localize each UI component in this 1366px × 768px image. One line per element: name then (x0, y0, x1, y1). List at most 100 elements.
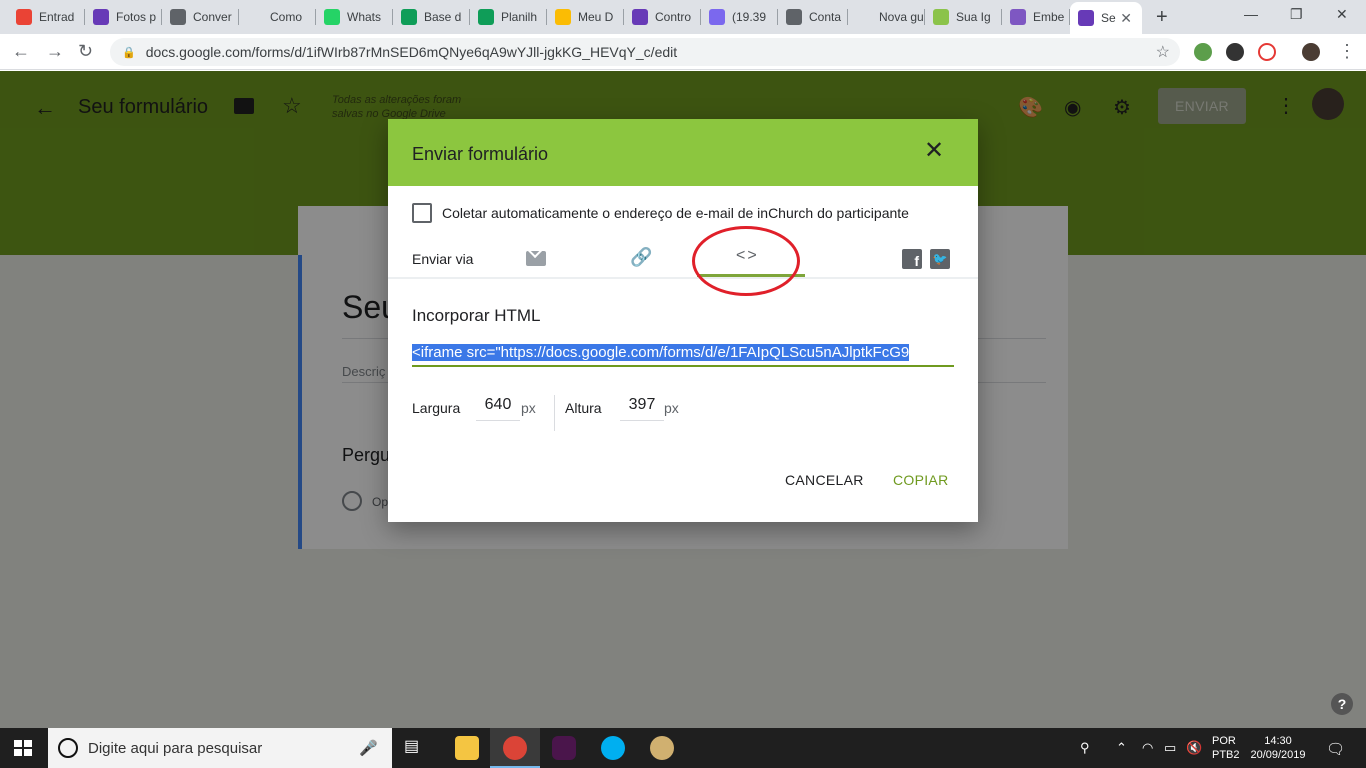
divider (554, 395, 555, 431)
whatsapp-icon (324, 9, 340, 25)
windows-start-icon[interactable] (14, 740, 32, 756)
extension-icon[interactable] (1258, 43, 1276, 61)
reload-icon[interactable]: ↻ (78, 41, 93, 62)
dialog-header: Enviar formulário ✕ (388, 119, 978, 186)
keyboard-layout: PTB2 (1212, 749, 1240, 761)
tab-label: (19.39 (732, 10, 767, 24)
forms-icon (1078, 10, 1094, 26)
tab-label: Conver (193, 10, 232, 24)
browser-tab[interactable]: Fotos p (85, 4, 162, 30)
tray-chevron-icon[interactable]: ⌃ (1116, 740, 1127, 756)
lock-icon: 🔒 (122, 46, 136, 59)
tab-label: Como (270, 10, 303, 24)
restore-button[interactable]: ❐ (1290, 6, 1303, 23)
email-icon[interactable] (526, 251, 546, 266)
cancel-button[interactable]: CANCELAR (785, 472, 864, 488)
notifications-icon[interactable]: 🗨 (1326, 740, 1345, 758)
forward-icon[interactable]: → (46, 41, 64, 62)
language-indicator[interactable]: POR PTB2 (1212, 734, 1240, 762)
grid-icon (933, 9, 949, 25)
close-icon[interactable]: ✕ (924, 139, 944, 163)
sheets-icon (478, 9, 494, 25)
browser-tab[interactable]: Conta (778, 4, 848, 30)
browser-tab[interactable]: Como (239, 4, 316, 30)
twitter-icon[interactable]: 🐦 (930, 249, 950, 269)
profile-avatar[interactable] (1302, 43, 1320, 61)
extension-icon[interactable] (1226, 43, 1244, 61)
help-icon[interactable]: ? (1331, 693, 1353, 715)
tab-label: Se (1101, 11, 1116, 25)
browser-tab[interactable]: Nova guia (848, 4, 925, 30)
browser-tab[interactable]: Base d (393, 4, 470, 30)
embed-html-title: Incorporar HTML (412, 306, 541, 325)
mail-icon (709, 9, 725, 25)
width-label: Largura (412, 400, 461, 416)
clock[interactable]: 14:30 20/09/2019 (1248, 734, 1308, 762)
minimize-button[interactable]: — (1244, 6, 1258, 22)
browser-tab[interactable]: Embe (1002, 4, 1070, 30)
browser-tab[interactable]: Conver (162, 4, 239, 30)
browser-tab[interactable]: Entrad (8, 4, 85, 30)
task-view-icon[interactable]: ▤ (404, 736, 428, 760)
browser-tab[interactable]: Contro (624, 4, 701, 30)
tab-label: Base d (424, 10, 462, 24)
search-placeholder: Digite aqui para pesquisar (88, 739, 263, 757)
height-input[interactable]: 397 (620, 391, 664, 421)
browser-tab[interactable]: Se ✕ (1070, 2, 1142, 34)
tab-label: Whats (347, 10, 382, 24)
paint-icon[interactable] (650, 736, 674, 760)
forms-icon (93, 9, 109, 25)
blank-icon (856, 9, 872, 25)
wifi-icon[interactable]: ◠ (1142, 740, 1153, 756)
volume-muted-icon[interactable]: 🔇 (1186, 740, 1202, 756)
extension-icon[interactable] (1194, 43, 1212, 61)
browser-tab-strip: Entrad Fotos p Conver Como Whats Base d Planil… (0, 0, 1366, 34)
cortana-icon (58, 738, 78, 758)
windows-taskbar: Digite aqui para pesquisar 🎤 ▤ ⚲ ⌃ ◠ ▭ 🔇… (0, 728, 1366, 768)
height-unit: px (664, 400, 679, 416)
date-text: 20/09/2019 (1250, 749, 1306, 761)
tab-label: Conta (809, 10, 842, 24)
close-window-button[interactable]: ✕ (1336, 6, 1348, 23)
tab-label: Fotos p (116, 10, 157, 24)
address-bar[interactable]: 🔒 docs.google.com/forms/d/1ifWIrb87rMnSE… (110, 38, 1180, 66)
time-text: 14:30 (1264, 735, 1292, 747)
file-explorer-icon[interactable] (455, 736, 479, 760)
sheets-icon (401, 9, 417, 25)
divider (388, 277, 978, 279)
browser-tab[interactable]: Whats (316, 4, 393, 30)
close-tab-icon[interactable]: ✕ (1120, 10, 1132, 27)
new-tab-button[interactable]: + (1156, 6, 1168, 29)
dialog-title: Enviar formulário (412, 144, 549, 164)
collect-email-checkbox[interactable] (412, 203, 432, 223)
browser-tab[interactable]: Planilh (470, 4, 547, 30)
back-icon[interactable]: ← (12, 41, 30, 62)
bookmark-star-icon[interactable]: ☆ (1156, 42, 1170, 62)
facebook-icon[interactable]: f (902, 249, 922, 269)
microphone-icon[interactable]: 🎤 (359, 739, 378, 757)
width-unit: px (521, 400, 536, 416)
zapier-icon (170, 9, 186, 25)
browser-menu-icon[interactable]: ⋮ (1338, 41, 1356, 62)
embed-code-text: <iframe src="https://docs.google.com/for… (412, 344, 910, 361)
battery-icon[interactable]: ▭ (1164, 740, 1176, 756)
tab-label: Entrad (39, 10, 75, 24)
language-code: POR (1212, 735, 1236, 747)
tab-label: Nova guia (879, 10, 925, 24)
people-icon[interactable]: ⚲ (1080, 740, 1090, 756)
tab-label: Planilh (501, 10, 538, 24)
height-label: Altura (565, 400, 602, 416)
width-input[interactable]: 640 (476, 391, 520, 421)
browser-tab[interactable]: (19.39 (701, 4, 778, 30)
slack-icon[interactable] (552, 736, 576, 760)
embed-code-field[interactable]: <iframe src="https://docs.google.com/for… (412, 343, 954, 367)
skype-icon[interactable] (601, 736, 625, 760)
browser-tab[interactable]: Sua Ig (925, 4, 1002, 30)
taskbar-search[interactable]: Digite aqui para pesquisar 🎤 (48, 728, 392, 768)
copy-button[interactable]: COPIAR (893, 472, 948, 488)
browser-tab[interactable]: Meu D (547, 4, 624, 30)
chrome-icon[interactable] (503, 736, 527, 760)
link-icon[interactable]: 🔗 (630, 247, 652, 268)
s-icon (1010, 9, 1026, 25)
send-form-dialog: Enviar formulário ✕ Coletar automaticame… (388, 119, 978, 522)
